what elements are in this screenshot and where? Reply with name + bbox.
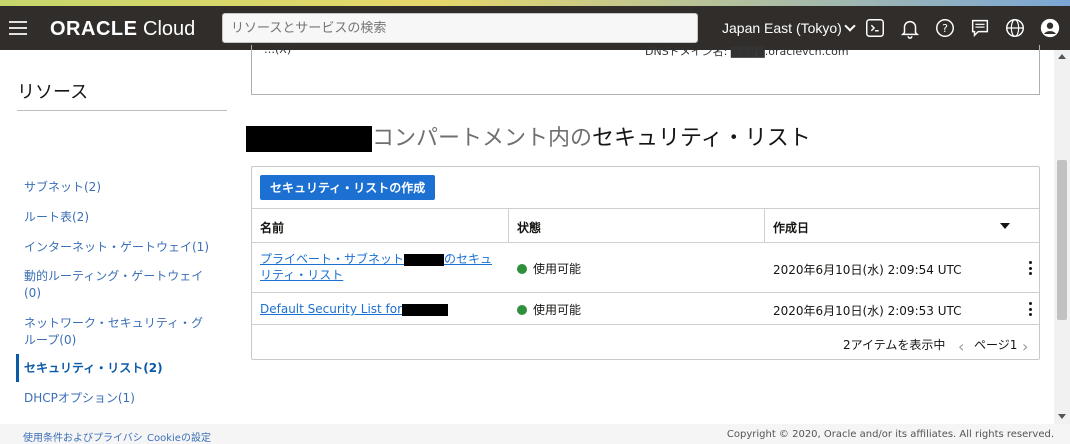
table-row-border [252, 292, 1039, 293]
column-separator [508, 209, 509, 242]
table-header-border [252, 242, 1039, 243]
sidebar-item-subnets[interactable]: サブネット(2) [24, 179, 214, 196]
resources-title: リソース [17, 82, 89, 103]
scrollbar-thumb[interactable] [1057, 160, 1067, 320]
column-header-created[interactable]: 作成日 [773, 219, 809, 236]
bell-icon[interactable] [898, 16, 922, 40]
sidebar-divider [17, 110, 227, 111]
column-header-name[interactable]: 名前 [260, 219, 284, 236]
redacted-compartment-name [246, 126, 372, 152]
redacted-name-part [404, 253, 445, 266]
scroll-down-icon[interactable] [1058, 414, 1066, 419]
status-badge: 使用可能 [517, 301, 581, 318]
svg-text:?: ? [942, 22, 948, 35]
sidebar-item-drg[interactable]: 動的ルーティング・ゲートウェイ(0) [24, 268, 214, 302]
column-separator [764, 209, 765, 242]
terms-privacy-link[interactable]: 使用条件およびプライバシ [23, 429, 143, 444]
cookie-settings-link[interactable]: Cookieの設定 [147, 429, 211, 444]
security-list-link[interactable]: Default Security List for [260, 301, 449, 317]
details-dns-text: DNSドメイン名: ▇▇▇▇.oraclevcn.com [645, 45, 849, 58]
status-text: 使用可能 [533, 262, 582, 276]
page-title-main: セキュリティ・リスト [592, 126, 811, 151]
sidebar-item-internet-gateways[interactable]: インターネット・ゲートウェイ(1) [24, 239, 214, 256]
sidebar-item-route-tables[interactable]: ルート表(2) [24, 209, 214, 226]
vertical-scrollbar[interactable] [1054, 50, 1070, 424]
chat-icon[interactable] [968, 16, 992, 40]
top-navigation-bar: ORACLE Cloud Japan East (Tokyo) ? [0, 6, 1070, 50]
sort-descending-icon[interactable] [1000, 223, 1010, 229]
user-icon[interactable] [1038, 16, 1062, 40]
chevron-left-icon[interactable]: ‹ [958, 337, 964, 356]
sidebar-active-indicator [16, 354, 19, 382]
oracle-cloud-logo[interactable]: ORACLE Cloud [50, 18, 195, 41]
status-badge: 使用可能 [517, 260, 581, 277]
copyright-text: Copyright © 2020, Oracle and/or its affi… [726, 429, 1054, 440]
region-label: Japan East (Tokyo) [722, 20, 842, 36]
created-date: 2020年6月10日(水) 2:09:53 UTC [773, 304, 962, 318]
cloud-shell-icon[interactable] [863, 16, 887, 40]
created-date: 2020年6月10日(水) 2:09:54 UTC [773, 263, 962, 277]
page-label: ページ1 [974, 338, 1018, 352]
table-bottom-border [252, 324, 1039, 325]
sidebar-item-security-lists[interactable]: セキュリティ・リスト(2) [24, 360, 214, 377]
sidebar-item-dhcp-options[interactable]: DHCPオプション(1) [24, 390, 214, 407]
create-security-list-button[interactable]: セキュリティ・リストの作成 [260, 175, 436, 200]
menu-icon[interactable] [9, 17, 27, 39]
details-left-text: …(X) [264, 43, 292, 56]
page-title: コンパートメント内のセキュリティ・リスト [246, 120, 811, 152]
security-list-link[interactable]: プライベート・サブネット のセキュリティ・リスト [260, 251, 492, 283]
row-actions-menu-icon[interactable] [1024, 260, 1036, 276]
redacted-name-part [402, 303, 449, 316]
region-selector[interactable]: Japan East (Tokyo) [722, 20, 856, 36]
row-name-text: プライベート・サブネット [260, 252, 405, 266]
status-available-icon [517, 304, 527, 315]
row-actions-menu-icon[interactable] [1024, 301, 1036, 317]
scroll-up-icon[interactable] [1058, 54, 1066, 59]
sidebar-item-nsg[interactable]: ネットワーク・セキュリティ・グループ(0) [24, 315, 214, 349]
row-name-text: リティ・リスト [260, 268, 344, 282]
item-count-text: 2アイテムを表示中 [843, 338, 946, 352]
chevron-right-icon[interactable]: › [1022, 337, 1028, 356]
globe-icon[interactable] [1003, 16, 1027, 40]
page-title-prefix: コンパートメント内の [372, 126, 593, 151]
row-name-text: のセキュ [444, 252, 493, 266]
status-text: 使用可能 [533, 303, 582, 317]
help-icon[interactable]: ? [933, 16, 957, 40]
column-header-state[interactable]: 状態 [517, 219, 541, 236]
status-available-icon [517, 263, 527, 274]
table-top-border [252, 208, 1039, 209]
chevron-down-icon [844, 20, 856, 32]
page-footer: 使用条件およびプライバシ Cookieの設定 Copyright © 2020,… [0, 424, 1070, 444]
row-name-text: Default Security List for [260, 302, 403, 316]
search-input[interactable] [222, 13, 698, 43]
